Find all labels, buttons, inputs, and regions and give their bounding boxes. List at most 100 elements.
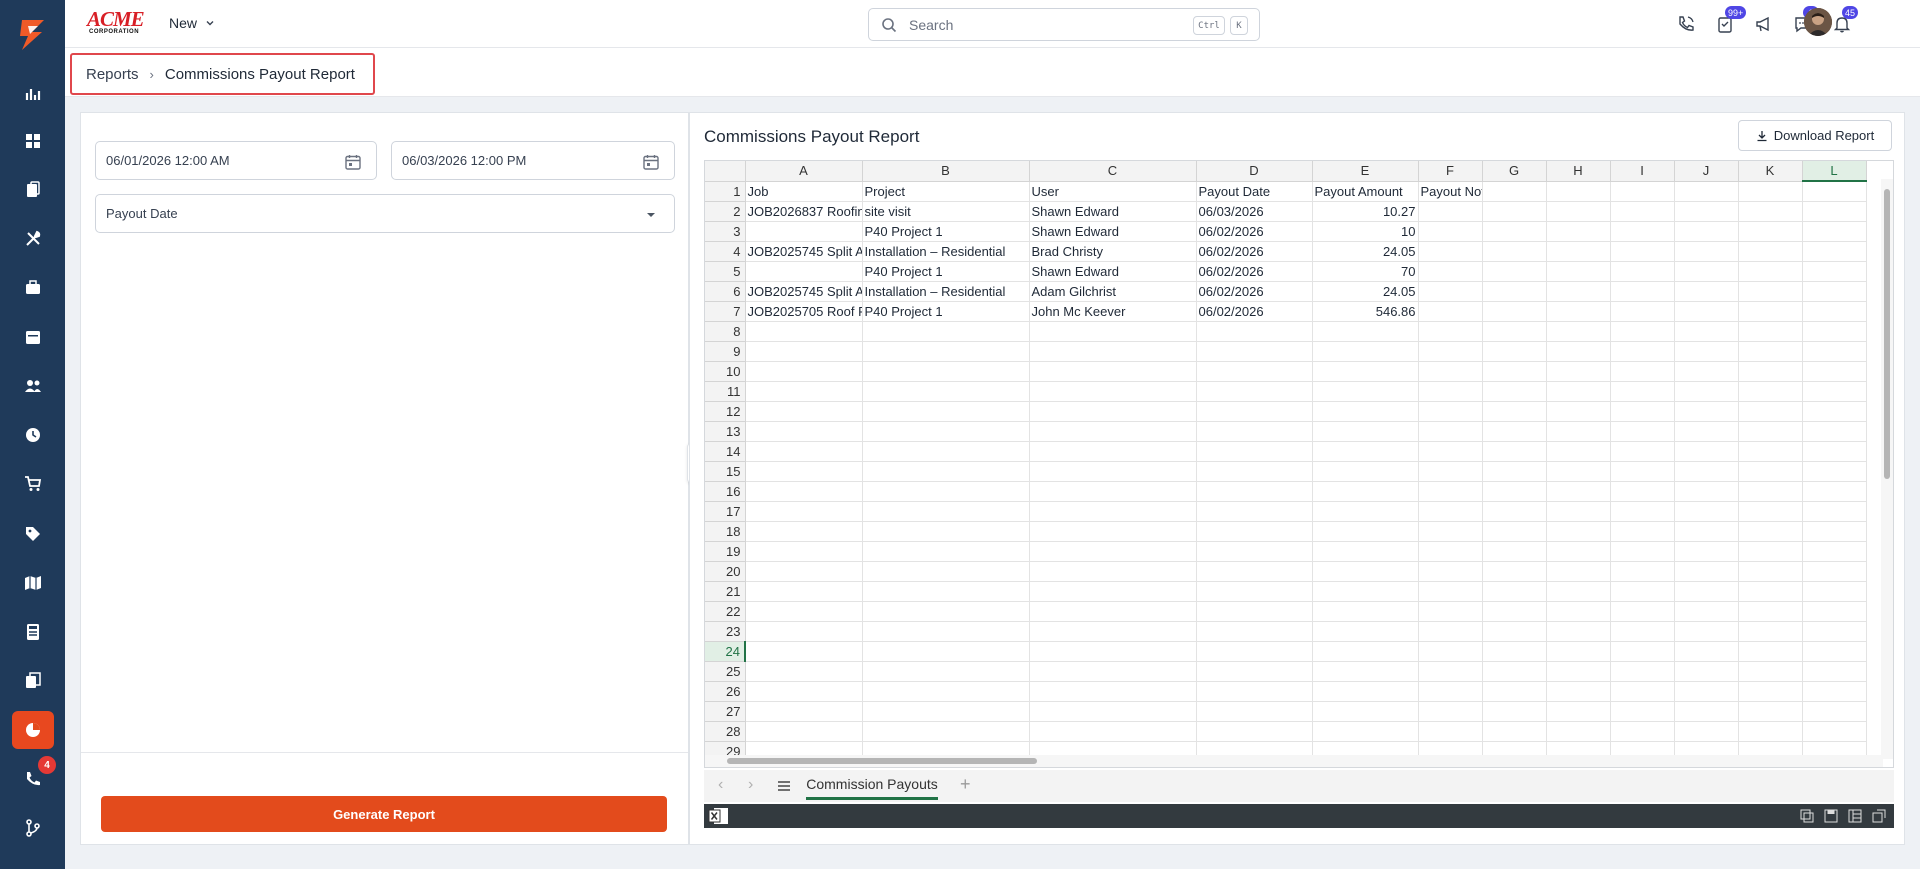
cell[interactable]: 10 [1312,221,1419,242]
cell[interactable] [1738,601,1803,622]
cell[interactable] [1418,461,1483,482]
row-header[interactable]: 22 [705,601,746,622]
cell[interactable] [745,601,863,622]
cell[interactable] [1610,481,1675,502]
cell[interactable] [1482,481,1547,502]
cell[interactable] [862,321,1030,342]
cell[interactable] [1029,501,1197,522]
cell[interactable] [1482,401,1547,422]
cell[interactable] [1029,541,1197,562]
cell[interactable]: JOB2026837 Roofing [745,201,863,222]
cell[interactable] [1196,641,1313,662]
cell[interactable] [1029,701,1197,722]
row-header[interactable]: 25 [705,661,746,682]
cell[interactable] [1738,281,1803,302]
cell[interactable] [1029,381,1197,402]
cell[interactable] [1196,461,1313,482]
cell[interactable] [1312,701,1419,722]
cell[interactable] [1674,441,1739,462]
breadcrumb-reports-link[interactable]: Reports [86,66,139,83]
cell[interactable] [1196,541,1313,562]
cell[interactable] [1546,581,1611,602]
sheet-tab-commission-payouts[interactable]: Commission Payouts [806,770,938,800]
cell[interactable] [1418,261,1483,282]
cell[interactable] [1029,641,1197,662]
cell[interactable] [1418,561,1483,582]
cell[interactable] [1482,201,1547,222]
brand-logo[interactable]: ACME CORPORATION [87,9,151,37]
cell[interactable] [1802,561,1867,582]
row-header[interactable]: 26 [705,681,746,702]
cell[interactable] [1482,601,1547,622]
cell[interactable] [1418,341,1483,362]
column-header[interactable]: C [1029,161,1197,182]
cell[interactable] [1482,541,1547,562]
column-header[interactable]: E [1312,161,1419,182]
cell[interactable] [1802,421,1867,442]
cell[interactable] [862,641,1030,662]
cell[interactable] [862,721,1030,742]
cell[interactable]: Brad Christy [1029,241,1197,262]
cell[interactable] [1312,481,1419,502]
cell[interactable] [745,321,863,342]
cell[interactable] [745,681,863,702]
cell[interactable] [1312,321,1419,342]
layout-icon[interactable] [1848,809,1862,823]
cell[interactable] [1312,641,1419,662]
cell[interactable]: 06/02/2026 [1196,221,1313,242]
row-header[interactable]: 8 [705,321,746,342]
cell[interactable]: Project [862,181,1030,202]
cell[interactable] [1418,481,1483,502]
cell[interactable] [745,361,863,382]
cell[interactable] [1610,281,1675,302]
cell[interactable] [1196,421,1313,442]
cell[interactable] [1482,281,1547,302]
row-header[interactable]: 12 [705,401,746,422]
cell[interactable] [1418,201,1483,222]
cell[interactable] [745,581,863,602]
cell[interactable] [1312,501,1419,522]
cell[interactable] [745,261,863,282]
cell[interactable] [1418,361,1483,382]
cell[interactable] [1312,461,1419,482]
cell[interactable] [1674,281,1739,302]
cell[interactable] [1546,441,1611,462]
cell[interactable] [1610,201,1675,222]
cell[interactable] [1802,301,1867,322]
cell[interactable] [1802,341,1867,362]
cell[interactable] [1802,581,1867,602]
cell[interactable] [1738,481,1803,502]
cell[interactable] [1482,341,1547,362]
cell[interactable] [1418,621,1483,642]
cell[interactable] [745,721,863,742]
cell[interactable] [862,681,1030,702]
cell[interactable]: Shawn Edward [1029,221,1197,242]
cell[interactable] [1418,581,1483,602]
select-all-corner[interactable] [705,161,746,182]
cell[interactable] [1610,661,1675,682]
cell[interactable] [1482,241,1547,262]
cell[interactable] [1312,361,1419,382]
cell[interactable]: 10.27 [1312,201,1419,222]
cell[interactable] [1610,641,1675,662]
tasks-icon[interactable]: 99+ [1712,6,1747,37]
column-header[interactable]: G [1482,161,1547,182]
cell[interactable] [1674,241,1739,262]
cell[interactable] [1418,641,1483,662]
row-header[interactable]: 5 [705,261,746,282]
cell[interactable]: 24.05 [1312,281,1419,302]
cell[interactable] [1674,481,1739,502]
cell[interactable] [862,341,1030,362]
cell[interactable] [1738,321,1803,342]
cell[interactable] [1196,521,1313,542]
cell[interactable] [1674,521,1739,542]
cell[interactable] [1802,601,1867,622]
cell[interactable] [862,481,1030,502]
sidebar-item-dashboard-chart[interactable] [12,75,54,113]
cell[interactable] [1546,601,1611,622]
cell[interactable] [1029,601,1197,622]
cell[interactable] [1610,241,1675,262]
cell[interactable] [1312,581,1419,602]
cell[interactable] [1546,341,1611,362]
cell[interactable] [1802,261,1867,282]
